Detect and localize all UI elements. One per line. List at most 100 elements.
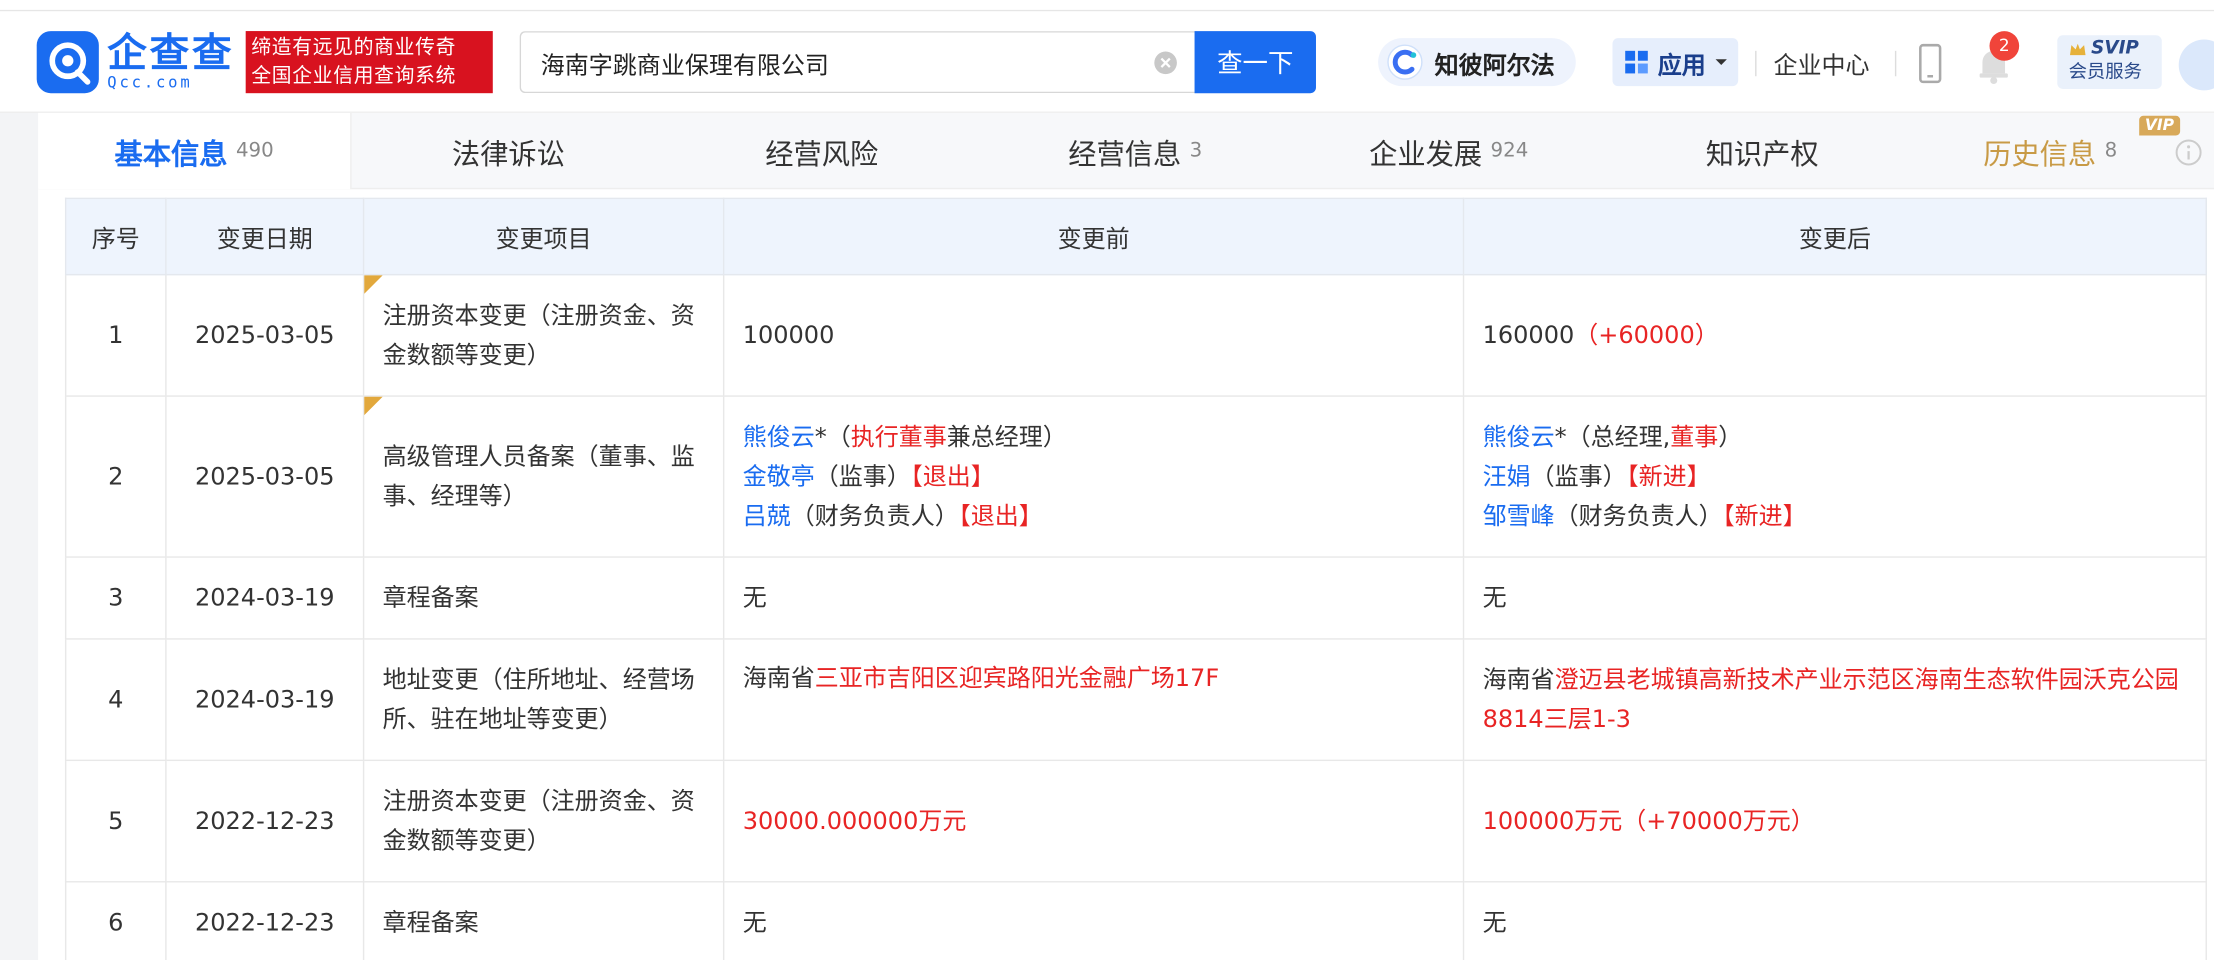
province-text: 海南省	[1482, 665, 1555, 694]
person-link[interactable]: 吕兢	[743, 502, 791, 530]
row-after: 海南省澄迈县老城镇高新技术产业示范区海南生态软件园沃克公园8814三层1-3	[1462, 638, 2207, 762]
person-role: ）	[1718, 422, 1743, 452]
tab-development[interactable]: 企业发展 924	[1292, 113, 1605, 189]
change-records-table: 序号 变更日期 变更项目 变更前 变更后 1 2025-03-05 注册资本变更…	[64, 197, 2207, 960]
row-item-text: 高级管理人员备案（董事、监事、经理等）	[382, 442, 695, 511]
person-link[interactable]: 金敬亭	[743, 462, 815, 490]
value-text: 100000万元	[1482, 806, 1623, 836]
qcc-logo-icon	[36, 31, 99, 94]
row-before: 30000.000000万元	[722, 759, 1465, 883]
tab-count: 8	[2104, 139, 2118, 163]
row-no: 1	[64, 273, 167, 397]
person-link[interactable]: 邹雪峰	[1483, 502, 1555, 530]
value-text: 30000.000000万元	[742, 806, 967, 836]
person-role: （财务负责人）	[1554, 501, 1723, 531]
row-item-text: 注册资本变更（注册资金、资金数额等变更）	[382, 301, 695, 370]
tab-label: 基本信息	[114, 136, 228, 171]
svip-member-button[interactable]: SVIP 会员服务	[2057, 35, 2162, 89]
row-after: 无	[1462, 556, 2207, 640]
alpha-logo-icon	[1387, 44, 1423, 80]
section-tabs: 基本信息 490 法律诉讼 经营风险 经营信息 3 企业发展 924 知识产权 历史信…	[38, 112, 2214, 190]
alpha-button[interactable]: 知彼阿尔法	[1378, 38, 1576, 87]
top-header: 企查查 Qcc.com 缔造有远见的商业传奇 全国企业信用查询系统 查一下 知彼…	[0, 11, 2214, 113]
tab-label: 经营信息	[1068, 136, 1182, 171]
row-before: 无	[722, 881, 1465, 960]
main-panel: 基本信息 490 法律诉讼 经营风险 经营信息 3 企业发展 924 知识产权 历史信…	[38, 112, 2214, 960]
mobile-phone-icon[interactable]	[1916, 42, 1944, 84]
row-no: 5	[64, 759, 167, 883]
divider	[1894, 50, 1897, 77]
tab-ip[interactable]: 知识产权	[1605, 113, 1918, 189]
person-role: （监事）	[1530, 462, 1627, 491]
tab-legal[interactable]: 法律诉讼	[352, 113, 665, 189]
row-item: 注册资本变更（注册资金、资金数额等变更）	[362, 273, 725, 397]
info-icon[interactable]	[2174, 138, 2202, 166]
vip-tag: VIP	[2139, 115, 2180, 136]
slogan-banner: 缔造有远见的商业传奇 全国企业信用查询系统	[245, 31, 493, 94]
change-delta: （+60000）	[1574, 321, 1719, 350]
row-date: 2022-12-23	[165, 881, 365, 960]
new-flag-icon	[364, 275, 383, 294]
crown-icon	[2069, 43, 2086, 55]
person-role: （监事）	[814, 462, 911, 491]
row-after: 100000万元（+70000万元）	[1462, 759, 2207, 883]
row-item: 章程备案	[362, 556, 725, 640]
clear-icon[interactable]	[1154, 51, 1178, 75]
table-row: 5 2022-12-23 注册资本变更（注册资金、资金数额等变更） 30000.…	[64, 759, 2207, 883]
tab-label: 知识产权	[1705, 136, 1819, 171]
row-before: 无	[722, 556, 1465, 640]
address-link[interactable]: 澄迈县老城镇高新技术产业示范区海南生态软件园沃克公园8814三层1-3	[1483, 666, 2179, 734]
table-row: 4 2024-03-19 地址变更（住所地址、经营场所、驻在地址等变更） 海南省…	[64, 638, 2207, 762]
tab-label: 企业发展	[1369, 136, 1483, 171]
person-role: 兼总经理）	[946, 422, 1067, 452]
slogan-line: 缔造有远见的商业传奇	[251, 36, 457, 60]
person-link[interactable]: 熊俊云	[743, 423, 815, 451]
notification-count-badge: 2	[1989, 31, 2020, 61]
row-date: 2024-03-19	[165, 638, 365, 762]
site-logo[interactable]: 企查查 Qcc.com	[36, 28, 235, 96]
table-row: 2 2025-03-05 高级管理人员备案（董事、监事、经理等） 熊俊云*（执行…	[64, 395, 2207, 558]
person-line: 熊俊云*（执行董事兼总经理）	[743, 417, 1445, 457]
value-text: 160000	[1482, 321, 1575, 350]
person-line: 汪娟（监事）【新进】	[1483, 457, 2188, 497]
tab-count: 924	[1490, 139, 1529, 163]
tab-label: 法律诉讼	[451, 136, 565, 171]
chevron-down-icon	[1715, 59, 1727, 65]
change-delta: （+70000万元）	[1622, 806, 1815, 836]
user-avatar[interactable]	[2178, 39, 2214, 91]
row-no: 2	[64, 395, 167, 558]
person-line: 熊俊云*（总经理,董事）	[1483, 417, 2188, 457]
tab-operating-risk[interactable]: 经营风险	[665, 113, 978, 189]
row-before: 海南省三亚市吉阳区迎宾路阳光金融广场17F	[722, 638, 1465, 762]
person-role: （财务负责人）	[790, 501, 959, 531]
search-button[interactable]: 查一下	[1194, 31, 1316, 94]
new-flag-icon	[364, 396, 383, 416]
divider	[1755, 50, 1757, 77]
person-link[interactable]: 汪娟	[1483, 462, 1531, 490]
value-text: 100000	[742, 321, 835, 350]
person-role-highlight: 董事	[1670, 422, 1719, 452]
row-no: 4	[64, 638, 167, 762]
grid-icon	[1625, 50, 1648, 74]
province-text: 海南省	[742, 665, 815, 694]
header-no: 序号	[64, 197, 167, 276]
row-no: 6	[64, 881, 167, 960]
row-after: 160000（+60000）	[1462, 273, 2207, 397]
tab-operating-info[interactable]: 经营信息 3	[979, 113, 1292, 189]
row-date: 2025-03-05	[165, 395, 365, 558]
row-after: 熊俊云*（总经理,董事） 汪娟（监事）【新进】 邹雪峰（财务负责人）【新进】	[1462, 395, 2207, 558]
tab-basic-info[interactable]: 基本信息 490	[38, 112, 352, 190]
row-before: 100000	[722, 273, 1465, 397]
person-role-highlight: 执行董事	[850, 422, 947, 452]
header-item: 变更项目	[362, 197, 725, 276]
person-link[interactable]: 熊俊云	[1483, 423, 1555, 451]
enterprise-center-link[interactable]: 企业中心	[1773, 45, 1869, 80]
search-input[interactable]	[540, 32, 1134, 92]
row-before: 熊俊云*（执行董事兼总经理） 金敬亭（监事）【退出】 吕兢（财务负责人）【退出】	[722, 395, 1465, 558]
status-exit: 【退出】	[958, 501, 1043, 531]
row-no: 3	[64, 556, 167, 640]
svip-sub-label: 会员服务	[2068, 62, 2143, 84]
logo-text-en: Qcc.com	[107, 73, 193, 92]
apps-menu[interactable]: 应用	[1612, 38, 1739, 87]
address-link[interactable]: 三亚市吉阳区迎宾路阳光金融广场17F	[815, 665, 1219, 693]
